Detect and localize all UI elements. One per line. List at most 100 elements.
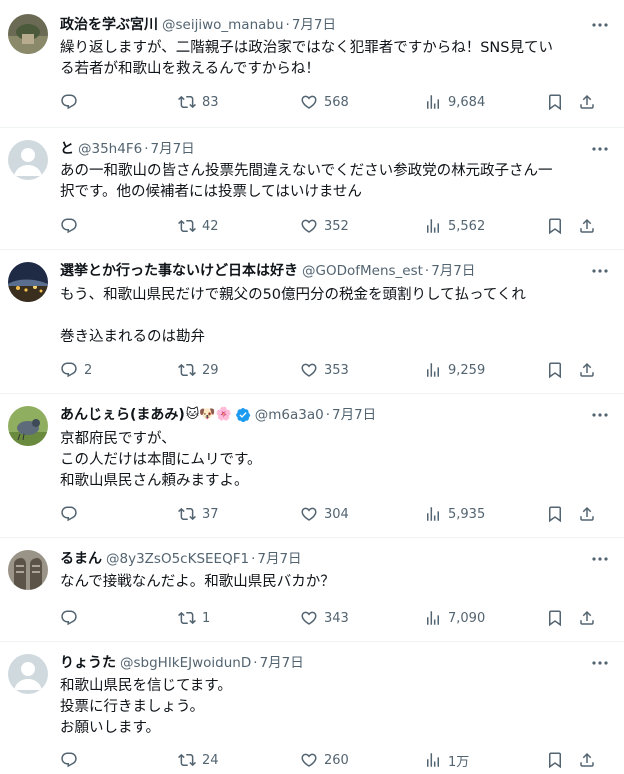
share-button[interactable] (578, 608, 596, 628)
reply-button[interactable] (60, 608, 84, 628)
bookmark-button[interactable] (546, 608, 564, 628)
bookmark-button[interactable] (546, 92, 564, 112)
views-count: 7,090 (448, 610, 486, 626)
avatar[interactable] (8, 406, 48, 446)
retweet-button[interactable]: 24 (178, 750, 219, 770)
tweet-date[interactable]: 7月7日 (292, 14, 336, 36)
reply-icon (60, 609, 78, 627)
like-button[interactable]: 353 (300, 360, 349, 380)
reply-icon (60, 751, 78, 769)
separator-dot: · (285, 17, 290, 33)
tweet[interactable]: りょうた @sbgHIkEJwoidunD · 7月7日 和歌山県民を信じてます… (0, 642, 624, 774)
tweet[interactable]: 選挙とか行った事ないけど日本は好き @GODofMens_est · 7月7日 … (0, 250, 624, 394)
more-icon[interactable] (590, 408, 610, 422)
like-count: 304 (324, 506, 349, 522)
tweet-text-line: もう、和歌山県民だけで親父の50億円分の税金を頭割りして払ってくれ (60, 287, 526, 303)
avatar[interactable] (8, 262, 48, 302)
views-button[interactable]: 9,259 (424, 360, 485, 380)
bookmark-icon (546, 751, 564, 769)
tweet-date[interactable]: 7月7日 (431, 260, 475, 282)
tweet-text: もう、和歌山県民だけで親父の50億円分の税金を頭割りして払ってくれ 巻き込まれる… (60, 285, 604, 348)
retweet-button[interactable]: 1 (178, 608, 210, 628)
display-name[interactable]: 政治を学ぶ宮川 (60, 14, 158, 36)
tweet-date[interactable]: 7月7日 (332, 404, 376, 426)
bookmark-icon (546, 93, 564, 111)
views-button[interactable]: 5,562 (424, 216, 485, 236)
views-button[interactable]: 7,090 (424, 608, 485, 628)
views-button[interactable]: 1万 (424, 750, 469, 770)
retweet-button[interactable]: 42 (178, 216, 219, 236)
like-button[interactable]: 568 (300, 92, 349, 112)
reply-button[interactable] (60, 92, 84, 112)
tweet-date[interactable]: 7月7日 (150, 138, 194, 160)
tweet[interactable]: あんじぇら(まあみ) 🐱🐶🌸 @m6a3a0 · 7月7日 京都府民ですが、 こ… (0, 394, 624, 538)
display-name[interactable]: と (60, 138, 74, 160)
like-button[interactable]: 352 (300, 216, 349, 236)
avatar[interactable] (8, 654, 48, 694)
tweet-text-line (60, 306, 604, 327)
name-emojis: 🐱🐶🌸 (185, 407, 232, 422)
user-handle[interactable]: @35h4F6 (78, 138, 142, 160)
more-icon[interactable] (590, 142, 610, 156)
user-handle[interactable]: @sbgHIkEJwoidunD (120, 652, 251, 674)
separator-dot: · (325, 407, 330, 423)
tweet-text-line: この人だけは本間にムリです。 (60, 452, 262, 468)
tweet-text-line: 和歌山県民を信じてます。 (60, 678, 232, 694)
retweet-count: 29 (202, 362, 219, 378)
user-handle[interactable]: @8y3ZsO5cKSEEQF1 (106, 548, 249, 570)
bookmark-button[interactable] (546, 504, 564, 524)
share-button[interactable] (578, 504, 596, 524)
user-handle[interactable]: @GODofMens_est (302, 260, 423, 282)
reply-button[interactable] (60, 216, 84, 236)
tweet-date[interactable]: 7月7日 (260, 652, 304, 674)
separator-dot: · (253, 655, 258, 671)
like-button[interactable]: 260 (300, 750, 349, 770)
bookmark-button[interactable] (546, 360, 564, 380)
display-name[interactable]: あんじぇら(まあみ) (60, 404, 185, 426)
tweet[interactable]: と @35h4F6 · 7月7日 あの一和歌山の皆さん投票先間違えないでください… (0, 128, 624, 250)
tweet-date[interactable]: 7月7日 (257, 548, 301, 570)
tweet-actions: 2 29 353 9,259 (60, 360, 604, 380)
bookmark-button[interactable] (546, 216, 564, 236)
share-button[interactable] (578, 216, 596, 236)
views-icon (424, 93, 442, 111)
retweet-count: 1 (202, 610, 211, 626)
share-button[interactable] (578, 360, 596, 380)
user-handle[interactable]: @m6a3a0 (255, 404, 324, 426)
like-icon (300, 361, 318, 379)
views-count: 1万 (448, 754, 470, 770)
display-name[interactable]: りょうた (60, 652, 116, 674)
retweet-button[interactable]: 29 (178, 360, 219, 380)
display-name[interactable]: 選挙とか行った事ないけど日本は好き (60, 260, 298, 282)
reply-button[interactable]: 2 (60, 360, 92, 380)
tweet[interactable]: 政治を学ぶ宮川 @seijiwo_manabu · 7月7日 繰り返しますが、二… (0, 0, 624, 128)
display-name[interactable]: るまん (60, 548, 102, 570)
more-icon[interactable] (590, 656, 610, 670)
more-icon[interactable] (590, 264, 610, 278)
tweet-actions: 24 260 1万 (60, 750, 604, 770)
retweet-count: 42 (202, 218, 219, 234)
more-icon[interactable] (590, 552, 610, 566)
tweet-text: なんで接戦なんだよ。和歌山県民バカか？ (60, 572, 604, 593)
avatar[interactable] (8, 550, 48, 590)
user-handle[interactable]: @seijiwo_manabu (162, 14, 284, 36)
share-button[interactable] (578, 750, 596, 770)
retweet-button[interactable]: 83 (178, 92, 219, 112)
like-button[interactable]: 343 (300, 608, 349, 628)
avatar[interactable] (8, 14, 48, 54)
share-icon (578, 609, 596, 627)
bookmark-button[interactable] (546, 750, 564, 770)
reply-button[interactable] (60, 504, 84, 524)
more-icon[interactable] (590, 18, 610, 32)
views-button[interactable]: 5,935 (424, 504, 485, 524)
views-button[interactable]: 9,684 (424, 92, 485, 112)
separator-dot: · (251, 551, 256, 567)
reply-button[interactable] (60, 750, 84, 770)
views-count: 9,259 (448, 362, 486, 378)
like-button[interactable]: 304 (300, 504, 349, 524)
retweet-button[interactable]: 37 (178, 504, 219, 524)
share-button[interactable] (578, 92, 596, 112)
views-icon (424, 505, 442, 523)
avatar[interactable] (8, 140, 48, 180)
tweet[interactable]: るまん @8y3ZsO5cKSEEQF1 · 7月7日 なんで接戦なんだよ。和歌… (0, 538, 624, 642)
